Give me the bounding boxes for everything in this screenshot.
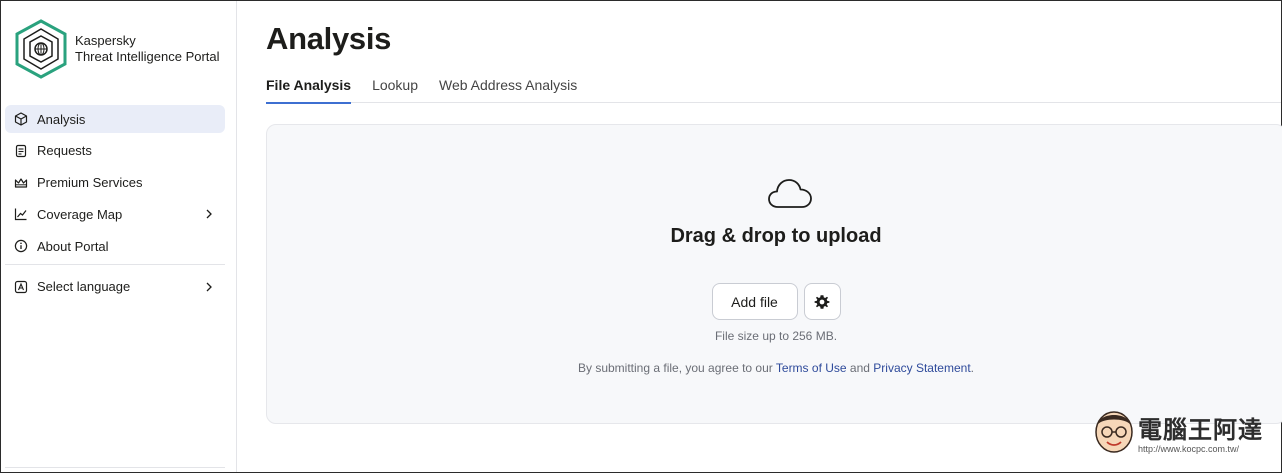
sidebar-divider [5,263,225,265]
add-file-button[interactable]: Add file [711,283,798,320]
sidebar-item-label: Select language [37,279,131,295]
brand-line-2: Threat Intelligence Portal [75,49,220,64]
sidebar-nav: Analysis Requests Premium Services Cover… [5,105,225,305]
sidebar-item-label: About Portal [37,238,109,254]
document-icon [13,143,29,159]
terms-of-use-link[interactable]: Terms of Use [776,361,847,375]
language-icon [13,279,29,295]
file-size-note: File size up to 256 MB. [714,329,838,343]
tab-lookup[interactable]: Lookup [372,71,418,103]
tab-bar: File Analysis Lookup Web Address Analysi… [266,71,1281,104]
tab-web-address-analysis[interactable]: Web Address Analysis [439,71,577,103]
info-icon [13,238,29,254]
brand[interactable]: Kaspersky Threat Intelligence Portal [13,19,220,79]
mascot-icon [1095,411,1133,453]
cloud-icon [768,179,812,208]
terms-mid-text: and [846,361,874,375]
sidebar-item-premium-services[interactable]: Premium Services [5,169,225,197]
terms-notice: By submitting a file, you agree to our T… [267,361,1282,375]
upload-actions: Add file [267,283,1282,320]
sidebar-item-select-language[interactable]: Select language [5,273,225,301]
tab-file-analysis[interactable]: File Analysis [266,71,352,104]
sidebar-item-label: Premium Services [37,175,143,191]
dropzone-title: Drag & drop to upload [670,225,882,247]
watermark-text: 電腦王阿達 [1138,417,1263,444]
file-dropzone[interactable]: Drag & drop to upload Add file File size… [266,124,1282,424]
watermark-url: http://www.kocpc.com.tw/ [1138,444,1240,454]
sidebar: Kaspersky Threat Intelligence Portal Ana… [1,1,237,472]
brand-name: Kaspersky Threat Intelligence Portal [75,33,220,65]
terms-suffix-text: . [970,361,974,375]
privacy-statement-link[interactable]: Privacy Statement [873,361,970,375]
chart-icon [13,206,29,222]
brand-line-1: Kaspersky [75,33,136,48]
sidebar-item-analysis[interactable]: Analysis [5,105,225,133]
page-title: Analysis [266,21,392,56]
terms-prefix-text: By submitting a file, you agree to our [578,361,776,375]
watermark: 電腦王阿達 http://www.kocpc.com.tw/ [1092,404,1272,464]
sidebar-item-requests[interactable]: Requests [5,137,225,165]
sidebar-item-coverage-map[interactable]: Coverage Map [5,200,225,228]
sidebar-item-about-portal[interactable]: About Portal [5,232,225,260]
cube-icon [13,111,29,127]
sidebar-bottom-divider [5,467,225,468]
sidebar-item-label: Requests [37,143,92,159]
chevron-right-icon [206,209,212,219]
crown-icon [13,175,29,191]
kaspersky-logo-icon [15,19,67,79]
sidebar-item-label: Analysis [37,111,86,127]
gear-icon [814,294,830,309]
upload-settings-button[interactable] [803,283,841,320]
chevron-right-icon [206,282,212,292]
sidebar-item-label: Coverage Map [37,206,123,222]
main-content: Analysis File Analysis Lookup Web Addres… [238,1,1282,472]
